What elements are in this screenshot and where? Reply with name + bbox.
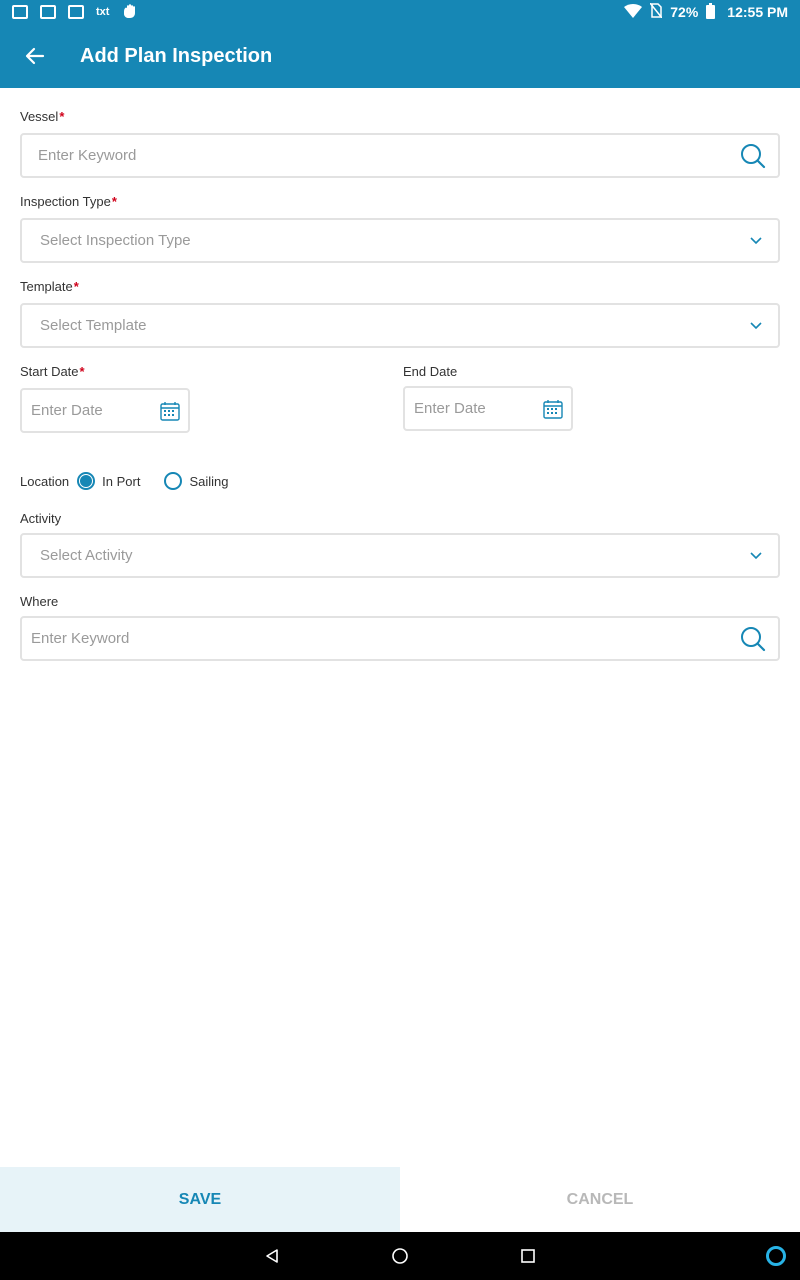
radio-in-port[interactable]: In Port: [77, 472, 140, 490]
location-radio-group: Location In Port Sailing: [20, 472, 228, 490]
inspection-type-label: Inspection Type*: [20, 194, 117, 209]
end-date-placeholder: Enter Date: [414, 400, 486, 417]
start-date-label: Start Date*: [20, 364, 85, 379]
end-date-input[interactable]: Enter Date: [403, 386, 573, 431]
required-marker: *: [111, 194, 117, 209]
status-bar: txt 72% 12:55 PM: [0, 0, 800, 24]
chevron-down-icon: [750, 236, 762, 245]
chevron-down-icon: [750, 551, 762, 560]
gmail-icon: [12, 5, 28, 19]
tmobile-icon: txt: [96, 6, 110, 18]
app-bar: Add Plan Inspection: [0, 24, 800, 88]
required-marker: *: [59, 109, 65, 124]
chevron-down-icon: [750, 321, 762, 330]
page-title: Add Plan Inspection: [80, 44, 273, 67]
gmail-icon: [68, 5, 84, 19]
start-date-placeholder: Enter Date: [31, 402, 103, 419]
activity-select[interactable]: Select Activity: [20, 533, 780, 578]
clock: 12:55 PM: [727, 4, 788, 20]
radio-unselected-icon[interactable]: [164, 472, 183, 490]
template-placeholder: Select Template: [40, 317, 147, 334]
vessel-placeholder: Enter Keyword: [38, 147, 137, 164]
where-placeholder: Enter Keyword: [31, 630, 130, 647]
activity-label: Activity: [20, 511, 62, 526]
nav-recents-button[interactable]: [496, 1232, 560, 1280]
inspection-type-placeholder: Select Inspection Type: [40, 232, 191, 249]
end-date-label: End Date: [403, 364, 458, 379]
photo-icon: [40, 5, 56, 19]
where-label: Where: [20, 594, 59, 609]
nav-back-button[interactable]: [240, 1232, 304, 1280]
search-icon[interactable]: [740, 626, 766, 652]
triangle-back-icon: [266, 1249, 278, 1263]
inspection-type-select[interactable]: Select Inspection Type: [20, 218, 780, 263]
template-label: Template*: [20, 279, 79, 294]
alexa-icon[interactable]: [766, 1246, 786, 1266]
bottom-actions: SAVE CANCEL: [0, 1167, 800, 1232]
battery-percent: 72%: [670, 4, 699, 20]
circle-home-icon: [392, 1248, 408, 1264]
battery-icon: [706, 3, 716, 19]
save-button[interactable]: SAVE: [0, 1167, 400, 1232]
vessel-label: Vessel*: [20, 109, 65, 124]
radio-sailing[interactable]: Sailing: [164, 472, 228, 490]
system-nav-bar: [0, 1232, 800, 1280]
calendar-icon[interactable]: [543, 399, 563, 419]
activity-placeholder: Select Activity: [40, 547, 133, 564]
vessel-search-input[interactable]: Enter Keyword: [20, 133, 780, 178]
start-date-input[interactable]: Enter Date: [20, 388, 190, 433]
nav-home-button[interactable]: [368, 1232, 432, 1280]
hand-icon: [121, 3, 137, 22]
radio-selected-icon[interactable]: [77, 472, 96, 490]
no-sim-icon: [649, 2, 663, 21]
cancel-button[interactable]: CANCEL: [400, 1167, 800, 1232]
required-marker: *: [73, 279, 79, 294]
where-search-input[interactable]: Enter Keyword: [20, 616, 780, 661]
square-recents-icon: [521, 1249, 535, 1263]
required-marker: *: [79, 364, 85, 379]
back-button[interactable]: [0, 24, 70, 88]
arrow-left-icon: [25, 47, 45, 65]
location-label: Location: [20, 473, 70, 489]
calendar-icon[interactable]: [160, 401, 180, 421]
template-select[interactable]: Select Template: [20, 303, 780, 348]
wifi-icon: [624, 3, 643, 21]
search-icon[interactable]: [740, 143, 766, 169]
